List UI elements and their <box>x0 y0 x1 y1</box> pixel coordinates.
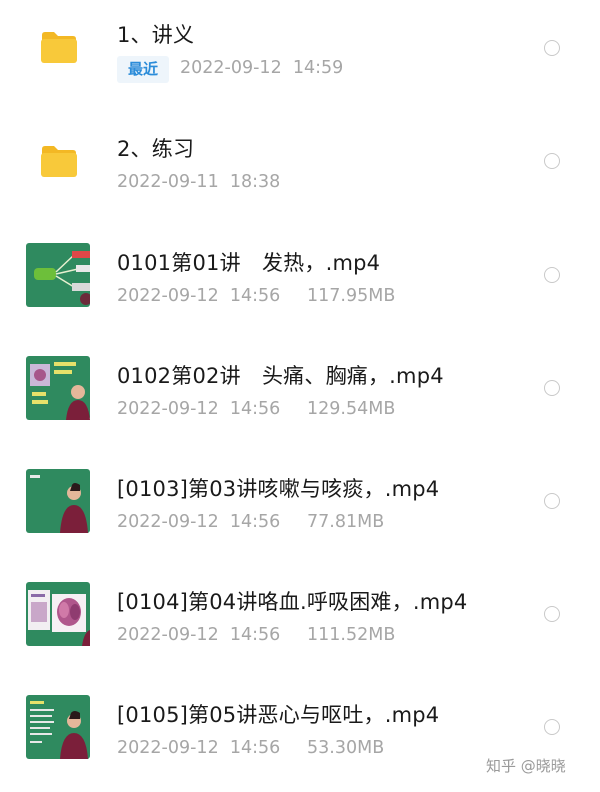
file-list: 1、讲义 最近 2022-09-12 14:59 2、练习 2022-09-11… <box>0 0 600 791</box>
list-item[interactable]: 2、练习 2022-09-11 18:38 <box>0 113 600 226</box>
file-name: 0102第02讲 头痛、胸痛，.mp4 <box>117 364 444 388</box>
folder-icon <box>41 146 77 177</box>
select-radio[interactable] <box>544 380 560 396</box>
select-radio[interactable] <box>544 40 560 56</box>
video-thumbnail <box>26 582 90 646</box>
video-thumbnail <box>26 469 90 533</box>
list-item[interactable]: [0104]第04讲咯血.呼吸困难，.mp4 2022-09-12 14:56 … <box>0 566 600 679</box>
file-date: 2022-09-12 14:56 <box>117 738 281 758</box>
list-item[interactable]: [0103]第03讲咳嗽与咳痰，.mp4 2022-09-12 14:56 77… <box>0 453 600 566</box>
list-item[interactable]: 0101第01讲 发热，.mp4 2022-09-12 14:56 117.95… <box>0 227 600 340</box>
select-radio[interactable] <box>544 719 560 735</box>
select-radio[interactable] <box>544 606 560 622</box>
file-date: 2022-09-12 14:59 <box>180 58 344 78</box>
file-size: 53.30MB <box>307 738 385 758</box>
file-size: 129.54MB <box>307 399 396 419</box>
file-size: 111.52MB <box>307 625 396 645</box>
video-thumbnail <box>26 243 90 307</box>
file-name: [0105]第05讲恶心与呕吐，.mp4 <box>117 703 440 727</box>
video-thumbnail <box>26 695 90 759</box>
file-name: [0104]第04讲咯血.呼吸困难，.mp4 <box>117 590 468 614</box>
file-name: 1、讲义 <box>117 23 195 47</box>
file-date: 2022-09-12 14:56 <box>117 399 281 419</box>
file-size: 117.95MB <box>307 286 396 306</box>
watermark: 知乎 @晓晓 <box>486 757 566 775</box>
video-thumbnail <box>26 356 90 420</box>
file-date: 2022-09-12 14:56 <box>117 286 281 306</box>
recent-badge: 最近 <box>117 56 169 83</box>
file-date: 2022-09-11 18:38 <box>117 172 281 192</box>
file-name: [0103]第03讲咳嗽与咳痰，.mp4 <box>117 477 440 501</box>
file-size: 77.81MB <box>307 512 385 532</box>
file-date: 2022-09-12 14:56 <box>117 625 281 645</box>
select-radio[interactable] <box>544 267 560 283</box>
list-item[interactable]: 1、讲义 最近 2022-09-12 14:59 <box>0 0 600 113</box>
list-item[interactable]: 0102第02讲 头痛、胸痛，.mp4 2022-09-12 14:56 129… <box>0 340 600 453</box>
file-name: 0101第01讲 发热，.mp4 <box>117 251 381 275</box>
select-radio[interactable] <box>544 493 560 509</box>
file-name: 2、练习 <box>117 137 195 161</box>
file-date: 2022-09-12 14:56 <box>117 512 281 532</box>
select-radio[interactable] <box>544 153 560 169</box>
folder-icon <box>41 32 77 63</box>
